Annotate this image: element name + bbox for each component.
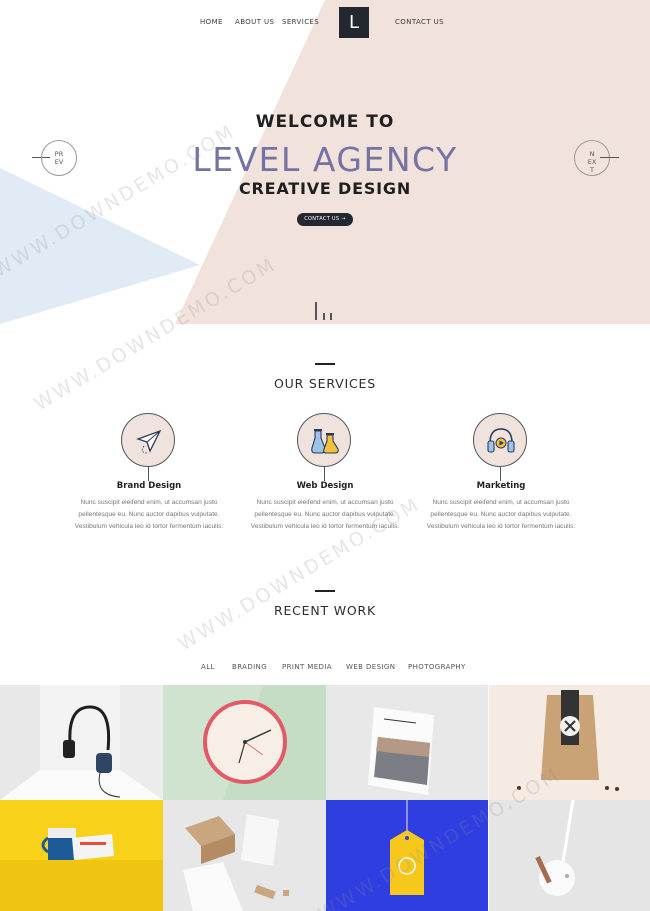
logo[interactable]: L: [339, 7, 369, 38]
next-arrow-line: [600, 157, 619, 158]
work-divider: [315, 590, 335, 592]
nav-about-us[interactable]: ABOUT US: [235, 18, 274, 26]
prev-label-2: EV: [54, 158, 64, 166]
services-divider: [315, 363, 335, 365]
portfolio-item-lamp[interactable]: [489, 800, 650, 911]
hero-agency-heading: LEVEL AGENCY: [192, 140, 458, 179]
next-label-3: T: [590, 166, 594, 174]
nav-contact-us[interactable]: CONTACT US: [395, 18, 444, 26]
next-button[interactable]: N EX T: [574, 140, 610, 176]
filter-web-design[interactable]: WEB DESIGN: [346, 663, 395, 671]
top-navigation: HOME ABOUT US SERVICES L CONTACT US: [0, 0, 650, 44]
service-title: Web Design: [296, 481, 354, 491]
service-description: Nunc suscipit eleifend enim, ut accumsan…: [74, 499, 224, 531]
prev-label-1: PR: [54, 150, 64, 158]
flask-icon: [297, 413, 351, 467]
nav-home[interactable]: HOME: [200, 18, 223, 26]
hero-creative-heading: CREATIVE DESIGN: [238, 179, 412, 198]
headphones-icon: [473, 413, 527, 467]
filter-print-media[interactable]: PRINT MEDIA: [282, 663, 332, 671]
nav-services[interactable]: SERVICES: [282, 18, 319, 26]
prev-button[interactable]: PR EV: [41, 140, 77, 176]
service-description: Nunc suscipit eleifend enim, ut accumsan…: [426, 499, 576, 531]
filter-brading[interactable]: BRADING: [232, 663, 267, 671]
service-title: Brand Design: [116, 481, 182, 491]
paper-plane-icon: [121, 413, 175, 467]
hero-contact-button[interactable]: CONTACT US →: [297, 213, 353, 226]
hero-welcome-heading: WELCOME TO: [255, 112, 395, 132]
portfolio-grid: [0, 685, 650, 911]
portfolio-item-headphones[interactable]: [0, 685, 163, 800]
portfolio-item-coffee-bag[interactable]: [489, 685, 650, 800]
next-label-2: EX: [587, 158, 597, 166]
portfolio-item-clock[interactable]: [163, 685, 326, 800]
filter-all[interactable]: ALL: [201, 663, 215, 671]
portfolio-item-packaging[interactable]: [163, 800, 326, 911]
portfolio-item-booklet[interactable]: [326, 685, 489, 800]
filter-photography[interactable]: PHOTOGRAPHY: [408, 663, 466, 671]
work-title: RECENT WORK: [273, 603, 377, 618]
service-title: Marketing: [476, 481, 526, 491]
hero-section: HOME ABOUT US SERVICES L CONTACT US WELC…: [0, 0, 650, 324]
portfolio-item-mug[interactable]: [0, 800, 163, 911]
